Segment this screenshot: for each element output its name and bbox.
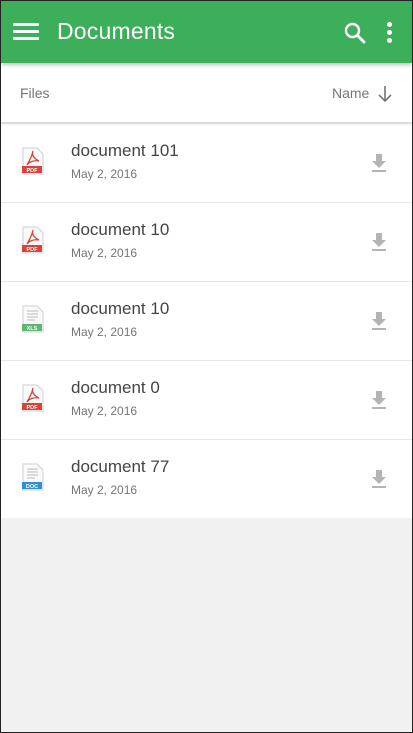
document-date: May 2, 2016 — [71, 404, 138, 418]
document-row[interactable]: PDF document 10 May 2, 2016 — [1, 203, 412, 282]
document-name: document 77 — [71, 457, 170, 476]
list-header: Files Name — [1, 63, 412, 122]
search-icon[interactable] — [343, 21, 367, 45]
svg-text:DOC: DOC — [26, 484, 38, 490]
arrow-down-icon — [378, 86, 392, 103]
pdf-file-icon: PDF — [22, 384, 44, 412]
document-row[interactable]: PDF document 101 May 2, 2016 — [1, 124, 412, 203]
sort-label: Name — [332, 85, 370, 101]
pdf-file-icon: PDF — [22, 147, 44, 175]
document-row[interactable]: XLS document 10 May 2, 2016 — [1, 282, 412, 361]
download-icon[interactable] — [367, 308, 391, 332]
files-label: Files — [20, 85, 50, 101]
svg-text:XLS: XLS — [27, 326, 38, 332]
document-row[interactable]: PDF document 0 May 2, 2016 — [1, 361, 412, 440]
app-bar: Documents — [1, 1, 412, 63]
document-date: May 2, 2016 — [71, 325, 138, 339]
pdf-file-icon: PDF — [22, 226, 44, 254]
svg-text:PDF: PDF — [27, 247, 39, 253]
xls-file-icon: XLS — [22, 305, 44, 333]
download-icon[interactable] — [367, 150, 391, 174]
svg-text:PDF: PDF — [27, 168, 39, 174]
document-date: May 2, 2016 — [71, 167, 138, 181]
document-date: May 2, 2016 — [71, 246, 138, 260]
page-title: Documents — [57, 18, 176, 44]
document-name: document 10 — [71, 299, 170, 318]
document-row[interactable]: DOC document 77 May 2, 2016 — [1, 440, 412, 518]
more-vert-icon[interactable] — [381, 19, 399, 47]
doc-file-icon: DOC — [22, 463, 44, 491]
document-list: PDF document 101 May 2, 2016 PDF document 10… — [1, 124, 412, 518]
svg-text:PDF: PDF — [27, 405, 39, 411]
download-icon[interactable] — [367, 229, 391, 253]
menu-icon[interactable] — [13, 19, 41, 45]
download-icon[interactable] — [367, 387, 391, 411]
app-window: Documents Files Name PDF document 101 May … — [0, 0, 413, 733]
document-name: document 101 — [71, 141, 179, 160]
document-date: May 2, 2016 — [71, 483, 138, 497]
document-name: document 10 — [71, 220, 170, 239]
document-name: document 0 — [71, 378, 160, 397]
download-icon[interactable] — [367, 466, 391, 490]
